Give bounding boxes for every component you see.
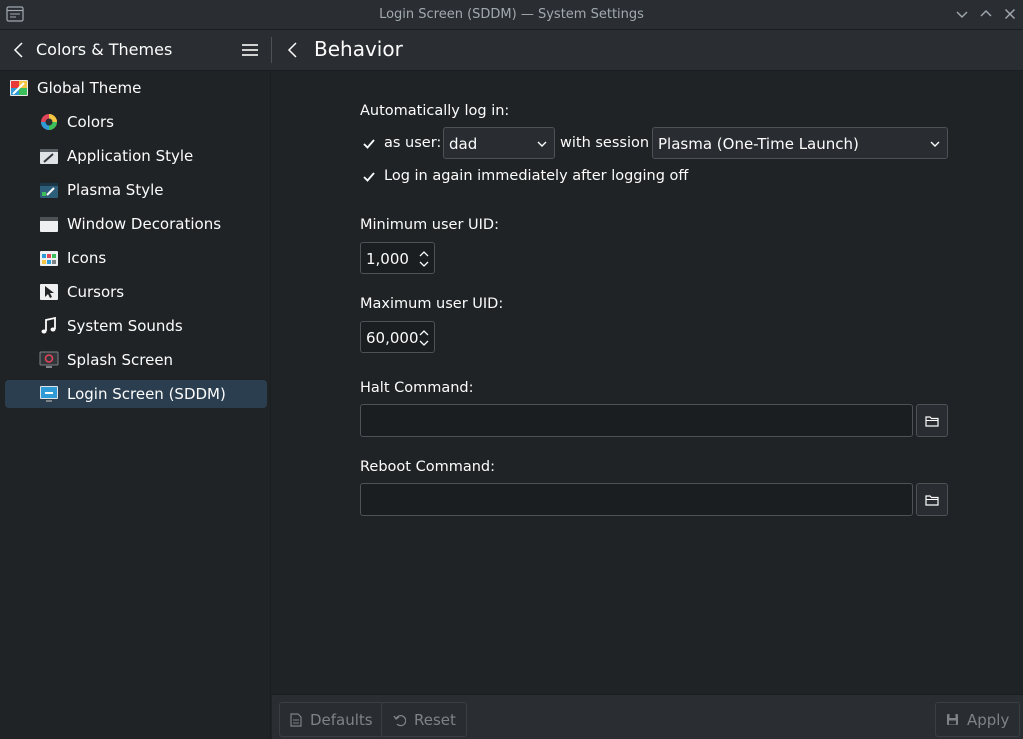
footer-bar: Defaults Reset Apply <box>272 694 1023 739</box>
sidebar-item-label: Window Decorations <box>67 215 222 233</box>
sidebar-item-cursors[interactable]: Cursors <box>39 278 267 306</box>
halt-command-input[interactable] <box>360 404 913 437</box>
sidebar-item-colors[interactable]: Colors <box>39 108 267 136</box>
max-uid-spinbox[interactable]: 60,000 <box>360 321 435 353</box>
session-select-value: Plasma (One-Time Launch) <box>658 135 859 153</box>
with-session-label: with session <box>560 135 650 151</box>
sidebar-item-icons[interactable]: Icons <box>39 244 267 272</box>
sidebar-item-application-style[interactable]: Application Style <box>39 142 267 170</box>
reboot-command-input[interactable] <box>360 483 913 516</box>
colors-icon <box>41 114 57 130</box>
close-icon[interactable] <box>1002 6 1018 22</box>
header-divider <box>271 37 272 63</box>
as-user-checkbox[interactable] <box>360 135 378 153</box>
sidebar-item-label: Colors <box>67 113 114 131</box>
back-arrow-icon[interactable] <box>12 41 26 59</box>
reboot-browse-button[interactable] <box>916 483 948 516</box>
sidebar-item-plasma-style[interactable]: Plasma Style <box>39 176 267 204</box>
sidebar-item-global-theme[interactable]: Global Theme <box>9 74 267 102</box>
sidebar-item-label: Cursors <box>67 283 125 301</box>
sidebar-item-label: System Sounds <box>67 317 183 335</box>
defaults-button[interactable]: Defaults <box>279 702 384 737</box>
sidebar-item-login-screen[interactable]: Login Screen (SDDM) <box>5 380 267 408</box>
title-bar: Login Screen (SDDM) — System Settings <box>0 0 1023 30</box>
application-style-icon <box>40 149 58 164</box>
section-title[interactable]: Colors & Themes <box>36 40 172 59</box>
user-select[interactable]: dad <box>443 127 555 159</box>
relogin-label: Log in again immediately after logging o… <box>384 168 689 184</box>
max-uid-value: 60,000 <box>366 329 419 347</box>
sidebar-item-label: Icons <box>67 249 107 267</box>
hamburger-menu-icon[interactable] <box>241 41 259 59</box>
sidebar-item-label: Global Theme <box>37 79 142 97</box>
spin-arrows-icon[interactable] <box>418 248 430 270</box>
chevron-down-icon <box>930 141 940 147</box>
save-icon <box>947 714 958 725</box>
halt-browse-button[interactable] <box>916 404 948 437</box>
folder-icon <box>925 415 939 427</box>
chevron-down-icon <box>537 141 547 147</box>
document-icon <box>290 712 302 727</box>
sidebar-item-label: Login Screen (SDDM) <box>67 385 226 403</box>
min-uid-spinbox[interactable]: 1,000 <box>360 242 435 274</box>
as-user-label: as user: <box>384 135 442 151</box>
sidebar-item-label: Plasma Style <box>67 181 164 199</box>
reset-button[interactable]: Reset <box>381 702 467 737</box>
relogin-checkbox[interactable] <box>360 168 378 186</box>
checkmark-icon <box>363 172 375 182</box>
system-sounds-icon <box>41 316 56 334</box>
sidebar: Global Theme Colors Application Style Pl… <box>0 71 271 739</box>
max-uid-label: Maximum user UID: <box>360 296 504 312</box>
session-select[interactable]: Plasma (One-Time Launch) <box>652 127 948 159</box>
halt-command-label: Halt Command: <box>360 380 474 396</box>
minimize-icon[interactable] <box>954 6 970 22</box>
icons-icon <box>40 251 58 266</box>
page-title: Behavior <box>314 37 403 61</box>
login-screen-icon <box>40 386 58 402</box>
window-decorations-icon <box>40 217 58 232</box>
undo-icon <box>393 714 406 726</box>
window-title: Login Screen (SDDM) — System Settings <box>379 7 644 22</box>
sidebar-item-splash-screen[interactable]: Splash Screen <box>39 346 267 374</box>
splash-screen-icon <box>39 351 59 368</box>
behavior-page: Automatically log in: as user: dad with … <box>272 71 1023 694</box>
user-select-value: dad <box>449 135 478 153</box>
autologin-heading: Automatically log in: <box>360 103 510 119</box>
reset-label: Reset <box>414 710 456 729</box>
maximize-icon[interactable] <box>978 6 994 22</box>
plasma-style-icon <box>40 183 58 198</box>
folder-icon <box>925 494 939 506</box>
header-toolbar: Colors & Themes Behavior <box>0 30 1023 71</box>
reboot-command-label: Reboot Command: <box>360 459 495 475</box>
cursors-icon <box>40 284 58 300</box>
global-theme-icon <box>10 80 28 96</box>
apply-button[interactable]: Apply <box>935 702 1021 737</box>
spin-arrows-icon[interactable] <box>418 327 430 349</box>
sidebar-item-system-sounds[interactable]: System Sounds <box>39 312 267 340</box>
min-uid-label: Minimum user UID: <box>360 217 499 233</box>
sidebar-item-window-decorations[interactable]: Window Decorations <box>39 210 267 238</box>
checkmark-icon <box>363 139 375 149</box>
apply-label: Apply <box>967 710 1010 729</box>
page-back-icon[interactable] <box>286 41 300 59</box>
sidebar-item-label: Application Style <box>67 147 194 165</box>
defaults-label: Defaults <box>310 710 373 729</box>
sidebar-item-label: Splash Screen <box>67 351 174 369</box>
min-uid-value: 1,000 <box>366 250 409 268</box>
